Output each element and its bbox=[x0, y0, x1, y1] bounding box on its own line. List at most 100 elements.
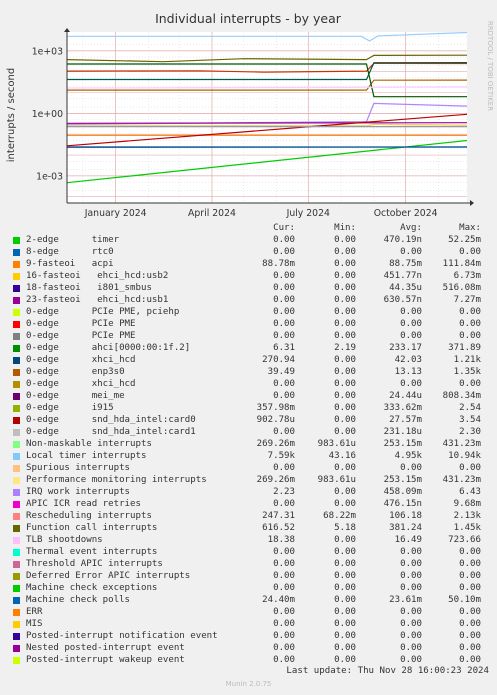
legend-row: 0-edge xhci_hcd 270.94 0.00 42.03 1.21k bbox=[13, 354, 489, 366]
x-tick-label: October 2024 bbox=[374, 208, 438, 219]
legend-row: Spurious interrupts 0.00 0.00 0.00 0.00 bbox=[13, 462, 489, 474]
legend-avg-value: 0.00 bbox=[400, 619, 422, 629]
legend-min-value: 0.00 bbox=[334, 427, 356, 437]
legend-avg-value: 476.15n bbox=[383, 499, 422, 509]
legend-max-value: 6.73m bbox=[453, 271, 481, 281]
legend-row: Threshold APIC interrupts 0.00 0.00 0.00 0.0… bbox=[13, 558, 489, 570]
legend-min-value: 0.00 bbox=[334, 643, 356, 653]
legend-avg-value: 253.15m bbox=[383, 439, 422, 449]
legend-cur-value: 0.00 bbox=[273, 463, 295, 473]
legend-max-value: 0.00 bbox=[459, 307, 481, 317]
legend-min-value: 0.00 bbox=[334, 547, 356, 557]
legend-max-value: 7.27m bbox=[453, 295, 481, 305]
legend-series-name: 0-edge xhci_hcd bbox=[26, 355, 136, 365]
legend-series-name: Posted-interrupt notification event bbox=[26, 631, 218, 641]
legend-max-value: 1.21k bbox=[453, 355, 481, 365]
legend-max-value: 0.00 bbox=[459, 379, 481, 389]
legend-avg-value: 4.95k bbox=[394, 451, 422, 461]
watermark: RRDTOOL / TOBI OETIKER bbox=[486, 21, 494, 111]
legend-row: 23-fasteoi ehci_hcd:usb1 0.00 0.00 630.57n 7… bbox=[13, 294, 489, 306]
legend-row: 0-edge PCIe PME, pciehp 0.00 0.00 0.00 0.00 bbox=[13, 306, 489, 318]
legend-series-name: Thermal event interrupts bbox=[26, 547, 158, 557]
legend-min-value: 0.00 bbox=[334, 583, 356, 593]
legend-min-value: 0.00 bbox=[334, 487, 356, 497]
legend-swatch bbox=[13, 237, 20, 244]
legend-min-value: 0.00 bbox=[334, 607, 356, 617]
legend-min-value: 0.00 bbox=[334, 463, 356, 473]
legend-header-avg: Avg: bbox=[400, 223, 422, 233]
legend-series-name: 0-edge ahci[0000:00:1f.2] bbox=[26, 343, 191, 353]
legend-cur-value: 0.00 bbox=[273, 643, 295, 653]
legend-min-value: 0.00 bbox=[334, 655, 356, 665]
legend-row: 0-edge PCIe PME 0.00 0.00 0.00 0.00 bbox=[13, 318, 489, 330]
legend-row: TLB shootdowns 18.38 0.00 16.49 723.66 bbox=[13, 534, 489, 546]
legend-cur-value: 6.31 bbox=[273, 343, 295, 353]
legend-min-value: 0.00 bbox=[334, 535, 356, 545]
legend-min-value: 0.00 bbox=[334, 355, 356, 365]
legend-cur-value: 0.00 bbox=[273, 499, 295, 509]
legend-swatch bbox=[13, 501, 20, 508]
legend-avg-value: 470.19n bbox=[383, 235, 422, 245]
legend-avg-value: 233.17 bbox=[389, 343, 422, 353]
legend-max-value: 0.00 bbox=[459, 559, 481, 569]
legend-swatch bbox=[13, 633, 20, 640]
legend-header-min: Min: bbox=[334, 223, 356, 233]
legend-row: 0-edge snd_hda_intel:card0 902.78u 0.00 27.… bbox=[13, 414, 489, 426]
legend-max-value: 0.00 bbox=[459, 619, 481, 629]
legend-swatch bbox=[13, 429, 20, 436]
legend-avg-value: 16.49 bbox=[394, 535, 422, 545]
legend-min-value: 43.16 bbox=[328, 451, 356, 461]
legend-max-value: 1.45k bbox=[453, 523, 481, 533]
legend-series-name: 18-fasteoi i801_smbus bbox=[26, 283, 152, 293]
legend-min-value: 0.00 bbox=[334, 259, 356, 269]
legend-series-name: Machine check exceptions bbox=[26, 583, 158, 593]
x-tick-label: July 2024 bbox=[286, 208, 330, 219]
legend-row: 0-edge ahci[0000:00:1f.2] 6.31 2.19 233.17 3… bbox=[13, 342, 489, 354]
legend-series-name: 23-fasteoi ehci_hcd:usb1 bbox=[26, 295, 169, 305]
legend-swatch bbox=[13, 273, 20, 280]
legend-swatch bbox=[13, 297, 20, 304]
legend-swatch bbox=[13, 489, 20, 496]
legend-series-name: 0-edge i915 bbox=[26, 403, 114, 413]
x-axis-arrow bbox=[470, 200, 474, 206]
legend-row: Non-maskable interrupts 269.26m 983.61u 253… bbox=[13, 438, 489, 450]
legend-series-name: 0-edge PCIe PME, pciehp bbox=[26, 307, 180, 317]
legend-max-value: 0.00 bbox=[459, 331, 481, 341]
legend-min-value: 0.00 bbox=[334, 379, 356, 389]
legend-series-name: 0-edge snd_hda_intel:card0 bbox=[26, 415, 196, 425]
legend-min-value: 0.00 bbox=[334, 631, 356, 641]
legend-series-name: TLB shootdowns bbox=[26, 535, 103, 545]
legend-min-value: 0.00 bbox=[334, 391, 356, 401]
legend-avg-value: 231.18u bbox=[383, 427, 422, 437]
legend-max-value: 9.68m bbox=[453, 499, 481, 509]
legend-row: ERR 0.00 0.00 0.00 0.00 bbox=[13, 606, 489, 618]
legend-swatch bbox=[13, 465, 20, 472]
legend-series-name: Posted-interrupt wakeup event bbox=[26, 655, 185, 665]
legend-max-value: 808.34m bbox=[442, 391, 481, 401]
legend-max-value: 3.54 bbox=[459, 415, 481, 425]
legend-min-value: 0.00 bbox=[334, 367, 356, 377]
legend-avg-value: 0.00 bbox=[400, 247, 422, 257]
legend-min-value: 0.00 bbox=[334, 499, 356, 509]
legend-row: Rescheduling interrupts 247.31 68.22m 106.1… bbox=[13, 510, 489, 522]
legend-max-value: 2.13k bbox=[453, 511, 481, 521]
legend-avg-value: 333.62m bbox=[383, 403, 422, 413]
legend-cur-value: 0.00 bbox=[273, 319, 295, 329]
legend-avg-value: 23.61m bbox=[389, 595, 422, 605]
legend-max-value: 0.00 bbox=[459, 547, 481, 557]
legend-max-value: 0.00 bbox=[459, 463, 481, 473]
legend-min-value: 5.18 bbox=[334, 523, 356, 533]
legend-min-value: 0.00 bbox=[334, 619, 356, 629]
legend-avg-value: 0.00 bbox=[400, 655, 422, 665]
legend-swatch bbox=[13, 417, 20, 424]
legend-swatch bbox=[13, 309, 20, 316]
legend-swatch bbox=[13, 393, 20, 400]
legend-max-value: 723.66 bbox=[448, 535, 481, 545]
legend-row: 0-edge mei_me 0.00 0.00 24.44u 808.34m bbox=[13, 390, 489, 402]
legend-cur-value: 0.00 bbox=[273, 307, 295, 317]
legend-cur-value: 0.00 bbox=[273, 619, 295, 629]
legend-max-value: 52.25m bbox=[448, 235, 481, 245]
legend-row: 0-edge i915 357.98m 0.00 333.62m 2.54 bbox=[13, 402, 489, 414]
legend-avg-value: 13.13 bbox=[394, 367, 422, 377]
legend-swatch bbox=[13, 333, 20, 340]
